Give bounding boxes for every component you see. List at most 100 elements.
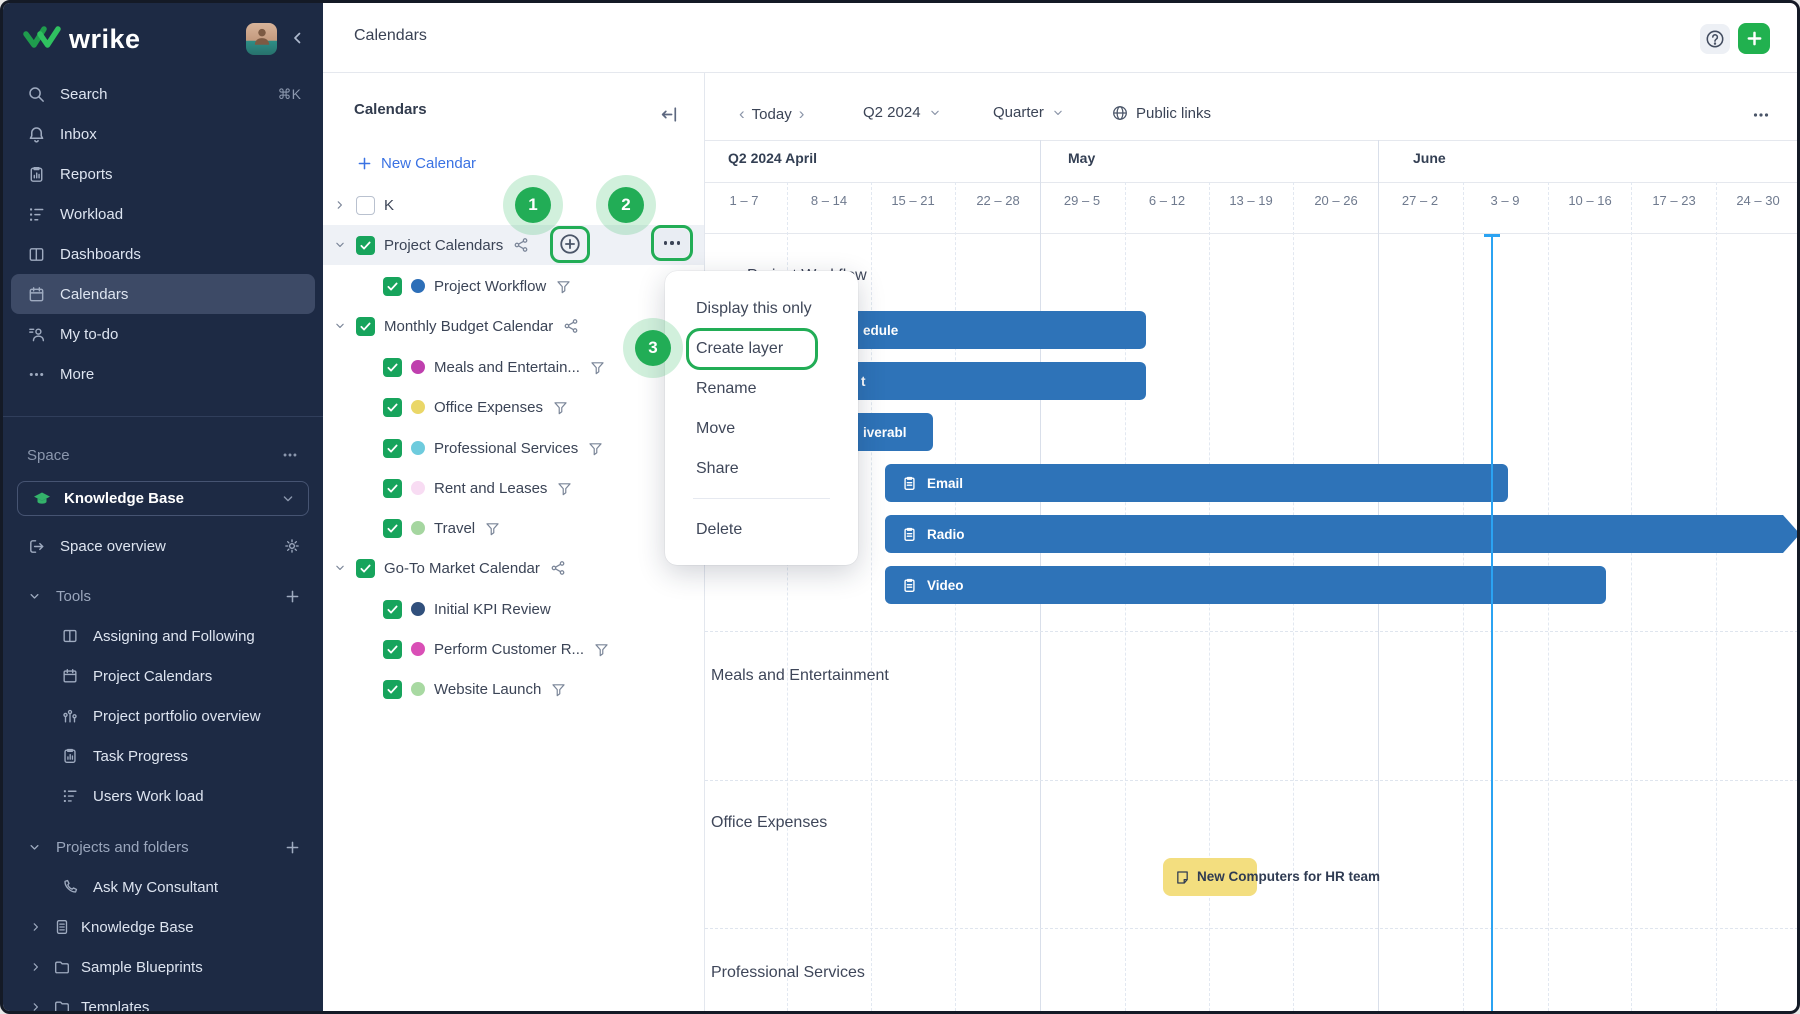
workload-icon bbox=[27, 205, 46, 224]
filter-icon[interactable] bbox=[587, 440, 604, 457]
filter-icon[interactable] bbox=[556, 480, 573, 497]
note-item-title[interactable]: New Computers for HR team bbox=[1197, 869, 1380, 884]
share-icon[interactable] bbox=[562, 317, 580, 335]
checkbox-checked[interactable] bbox=[356, 236, 375, 255]
sidebar-item-task-progress[interactable]: Task Progress bbox=[11, 736, 315, 776]
add-tool-icon[interactable] bbox=[284, 588, 301, 605]
gantt-bar-radio[interactable]: Radio bbox=[885, 515, 1783, 553]
chevron-down-icon[interactable] bbox=[333, 561, 347, 575]
space-selector[interactable]: Knowledge Base bbox=[17, 481, 309, 516]
menu-item-rename[interactable]: Rename bbox=[665, 369, 858, 409]
chevron-down-icon bbox=[27, 589, 42, 604]
zoom-select[interactable]: Quarter bbox=[993, 104, 1065, 121]
space-menu-icon[interactable] bbox=[281, 446, 299, 464]
context-menu: Display this only Create layer Rename Mo… bbox=[665, 271, 858, 565]
sidebar-item-search[interactable]: Search⌘K bbox=[11, 74, 315, 114]
checkbox-checked[interactable] bbox=[383, 439, 402, 458]
next-icon[interactable]: › bbox=[799, 104, 805, 124]
sidebar-collapse-icon[interactable] bbox=[287, 28, 307, 48]
chevron-right-icon bbox=[29, 960, 43, 974]
tools-section-header[interactable]: Tools bbox=[11, 576, 315, 616]
filter-icon[interactable] bbox=[593, 641, 610, 658]
prev-icon[interactable]: ‹ bbox=[739, 104, 745, 124]
today-button[interactable]: Today bbox=[752, 106, 792, 123]
create-new-button[interactable] bbox=[1738, 23, 1770, 54]
sidebar-item-workload[interactable]: Workload bbox=[11, 194, 315, 234]
checkbox-checked[interactable] bbox=[383, 398, 402, 417]
tree-row-office-expenses[interactable]: Office Expenses bbox=[383, 387, 569, 427]
sidebar-item-reports[interactable]: Reports bbox=[11, 154, 315, 194]
bar-continues-arrow bbox=[1783, 515, 1800, 553]
chevron-down-icon[interactable] bbox=[333, 238, 347, 252]
menu-item-delete[interactable]: Delete bbox=[665, 510, 858, 550]
sidebar-item-project-calendars[interactable]: Project Calendars bbox=[11, 656, 315, 696]
sidebar-item-sample-blueprints[interactable]: Sample Blueprints bbox=[11, 947, 315, 987]
tree-row-go-to-market-calendar[interactable]: Go-To Market Calendar bbox=[333, 548, 567, 588]
collapse-panel-icon[interactable] bbox=[659, 104, 680, 125]
checkbox-checked[interactable] bbox=[383, 479, 402, 498]
checkbox-checked[interactable] bbox=[383, 600, 402, 619]
new-calendar-button[interactable]: New Calendar bbox=[356, 155, 476, 172]
filter-icon[interactable] bbox=[555, 278, 572, 295]
filter-icon[interactable] bbox=[484, 520, 501, 537]
checkbox-checked[interactable] bbox=[356, 317, 375, 336]
chevron-down-icon[interactable] bbox=[333, 319, 347, 333]
filter-icon[interactable] bbox=[552, 399, 569, 416]
sidebar-item-inbox[interactable]: Inbox bbox=[11, 114, 315, 154]
sidebar-item-knowledge-base[interactable]: Knowledge Base bbox=[11, 907, 315, 947]
tree-row-perform-customer-r[interactable]: Perform Customer R... bbox=[383, 629, 610, 669]
timeline-more-icon[interactable] bbox=[1751, 105, 1771, 125]
help-button[interactable] bbox=[1700, 24, 1730, 54]
menu-item-display-this-only[interactable]: Display this only bbox=[665, 289, 858, 329]
checkbox-checked[interactable] bbox=[356, 559, 375, 578]
sidebar-item-assigning-and-following[interactable]: Assigning and Following bbox=[11, 616, 315, 656]
checkbox-checked[interactable] bbox=[383, 640, 402, 659]
tree-row-k[interactable]: K bbox=[333, 185, 394, 225]
gantt-bar-email[interactable]: Email bbox=[885, 464, 1508, 502]
projects-folders-section-header[interactable]: Projects and folders bbox=[11, 827, 315, 867]
tree-row-website-launch[interactable]: Website Launch bbox=[383, 669, 567, 709]
public-links-button[interactable]: Public links bbox=[1111, 104, 1211, 122]
share-icon[interactable] bbox=[512, 236, 530, 254]
share-icon[interactable] bbox=[549, 559, 567, 577]
tree-row-meals-and-entertainment[interactable]: Meals and Entertain... bbox=[383, 347, 606, 387]
checkbox-checked[interactable] bbox=[383, 358, 402, 377]
gear-icon[interactable] bbox=[283, 537, 301, 555]
sidebar-item-ask-my-consultant[interactable]: Ask My Consultant bbox=[11, 867, 315, 907]
avatar[interactable] bbox=[246, 23, 277, 55]
sidebar-item-my-todo[interactable]: My to-do bbox=[11, 314, 315, 354]
checkbox-checked[interactable] bbox=[383, 519, 402, 538]
tree-row-travel[interactable]: Travel bbox=[383, 508, 501, 548]
tree-row-rent-and-leases[interactable]: Rent and Leases bbox=[383, 468, 573, 508]
week-label: 22 – 28 bbox=[958, 193, 1038, 208]
calendar-more-button[interactable] bbox=[655, 229, 689, 257]
menu-item-move[interactable]: Move bbox=[665, 409, 858, 449]
document-icon bbox=[53, 918, 71, 936]
menu-item-share[interactable]: Share bbox=[665, 449, 858, 489]
filter-icon[interactable] bbox=[550, 681, 567, 698]
add-project-icon[interactable] bbox=[284, 839, 301, 856]
tree-row-project-workflow[interactable]: Project Workflow bbox=[383, 266, 572, 306]
gantt-bar-video[interactable]: Video bbox=[885, 566, 1606, 604]
tree-row-professional-services[interactable]: Professional Services bbox=[383, 428, 604, 468]
tree-row-project-calendars[interactable]: Project Calendars bbox=[333, 225, 530, 265]
period-select[interactable]: Q2 2024 bbox=[863, 104, 942, 121]
sidebar-item-space-overview[interactable]: Space overview bbox=[11, 526, 315, 566]
add-layer-icon[interactable] bbox=[558, 232, 582, 256]
sidebar-item-templates[interactable]: Templates bbox=[11, 987, 315, 1014]
checkbox-checked[interactable] bbox=[383, 277, 402, 296]
sidebar-item-more[interactable]: More bbox=[11, 354, 315, 394]
checkbox-unchecked[interactable] bbox=[356, 196, 375, 215]
month-label-june: June bbox=[1413, 150, 1446, 166]
filter-icon[interactable] bbox=[589, 359, 606, 376]
sidebar-item-project-portfolio-overview[interactable]: Project portfolio overview bbox=[11, 696, 315, 736]
sidebar-item-users-work-load[interactable]: Users Work load bbox=[11, 776, 315, 816]
sidebar-item-dashboards[interactable]: Dashboards bbox=[11, 234, 315, 274]
sidebar-item-calendars[interactable]: Calendars bbox=[11, 274, 315, 314]
chevron-right-icon[interactable] bbox=[333, 198, 347, 212]
tree-row-initial-kpi-review[interactable]: Initial KPI Review bbox=[383, 589, 551, 629]
tree-row-monthly-budget-calendar[interactable]: Monthly Budget Calendar bbox=[333, 306, 580, 346]
folder-icon bbox=[53, 958, 71, 976]
header-line bbox=[705, 140, 1800, 141]
checkbox-checked[interactable] bbox=[383, 680, 402, 699]
